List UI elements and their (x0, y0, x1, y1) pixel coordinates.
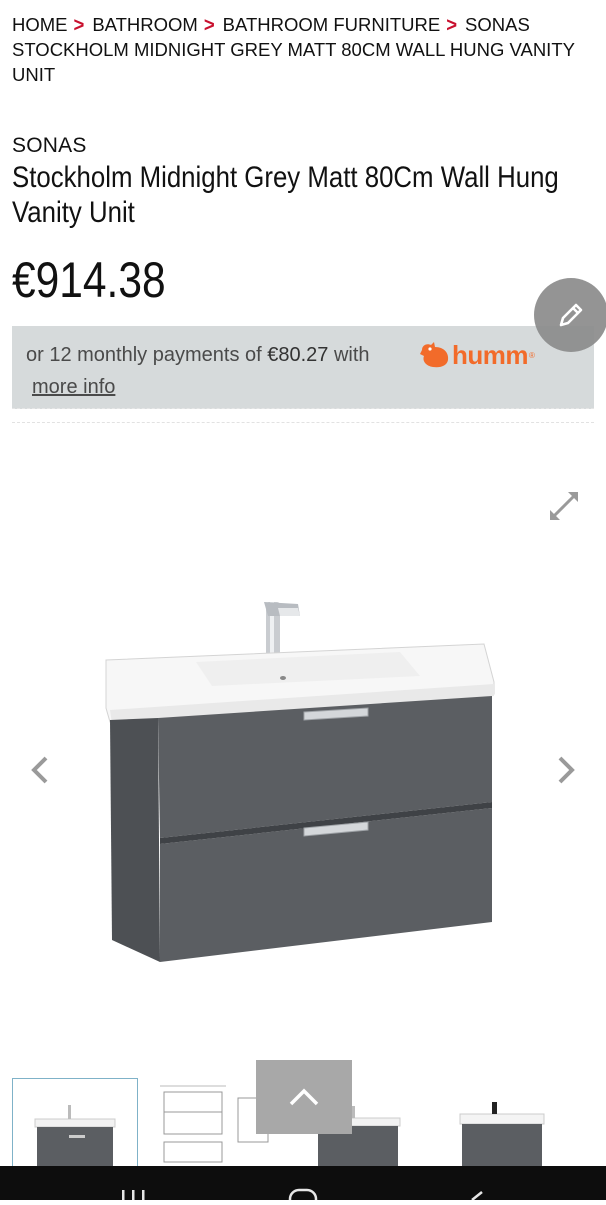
expand-icon[interactable] (546, 488, 582, 524)
chevron-left-icon (31, 756, 48, 784)
more-info-link[interactable]: more info (32, 376, 115, 399)
recent-apps-icon[interactable] (122, 1190, 145, 1200)
registered-mark: ® (529, 350, 535, 360)
pencil-icon (559, 303, 583, 327)
gallery-next-button[interactable] (552, 752, 582, 788)
product-image[interactable] (100, 590, 500, 970)
scroll-to-top-button[interactable] (256, 1060, 352, 1134)
back-icon[interactable] (471, 1191, 483, 1201)
finance-prefix: or 12 monthly payments of (26, 344, 268, 366)
thumbnail-1[interactable] (12, 1078, 138, 1172)
chevron-up-icon (289, 1088, 319, 1106)
divider (12, 422, 594, 423)
product-title: Stockholm Midnight Grey Matt 80Cm Wall H… (12, 161, 559, 229)
breadcrumb-bathroom-furniture[interactable]: BATHROOM FURNITURE (223, 14, 441, 35)
edit-button[interactable] (534, 278, 606, 352)
finance-banner: or 12 monthly payments of €80.27 with hu… (12, 326, 594, 409)
breadcrumb: HOME > BATHROOM > BATHROOM FURNITURE > SONAS S… (12, 12, 597, 87)
humm-wordmark: humm (452, 339, 529, 370)
chevron-right-icon (558, 756, 575, 784)
home-icon[interactable] (288, 1188, 318, 1205)
chevron-right-icon: > (446, 12, 458, 37)
breadcrumb-bathroom[interactable]: BATHROOM (92, 14, 198, 35)
chevron-right-icon: > (73, 12, 85, 37)
humm-bird-icon (420, 342, 449, 368)
breadcrumb-home[interactable]: HOME (12, 14, 68, 35)
chevron-right-icon: > (203, 12, 215, 37)
system-navigation-bar (0, 1166, 606, 1205)
finance-text: or 12 monthly payments of €80.27 with (26, 344, 370, 367)
thumbnail-4[interactable] (452, 1078, 562, 1170)
finance-suffix: with (328, 344, 370, 366)
finance-amount: €80.27 (267, 344, 329, 366)
product-price: €914.38 (12, 252, 166, 308)
product-brand: SONAS (12, 134, 87, 157)
gallery-prev-button[interactable] (24, 752, 54, 788)
humm-logo: humm ® (420, 340, 535, 370)
